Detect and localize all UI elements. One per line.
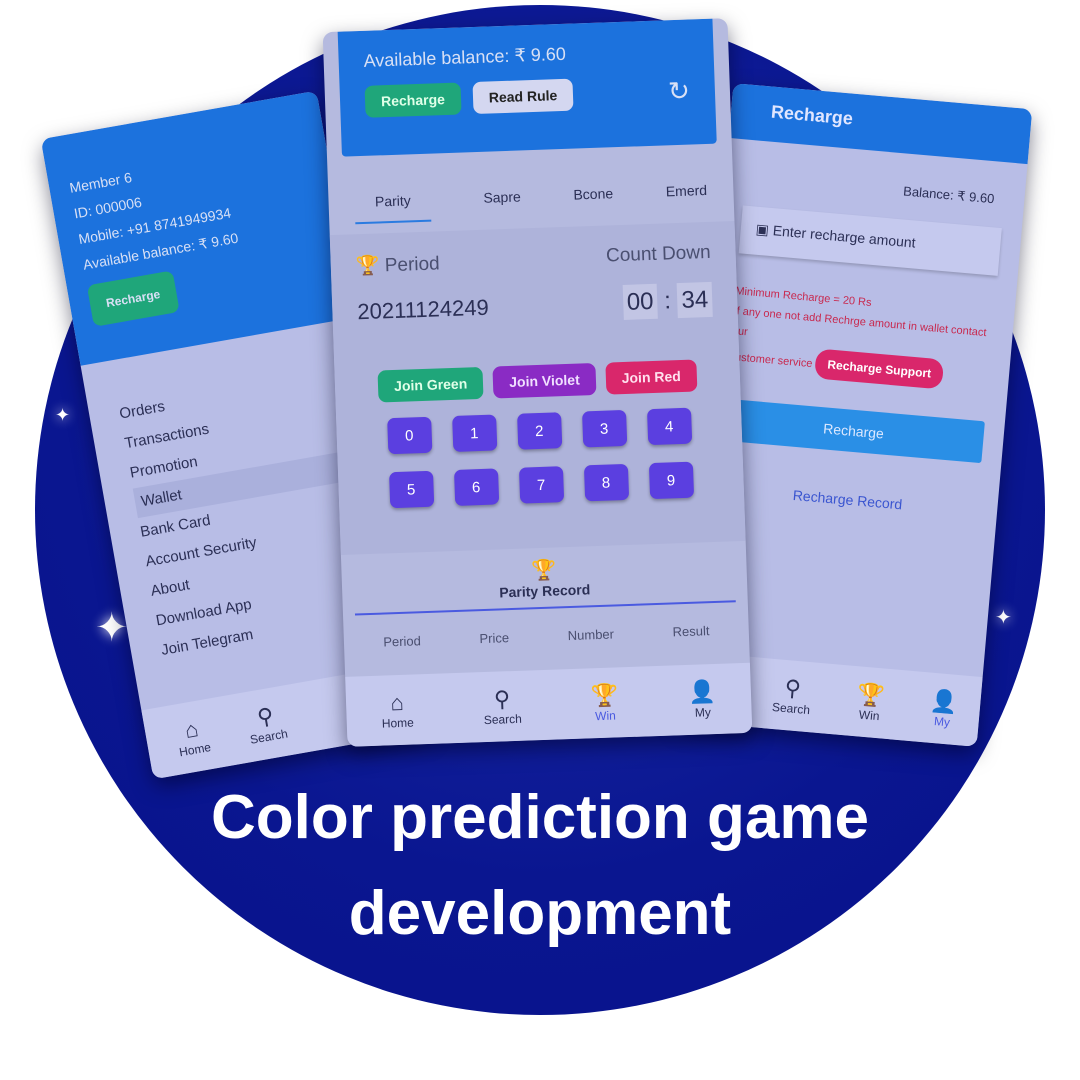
wallet-icon: ▣ [755,220,774,239]
number-button[interactable]: 7 [518,466,564,504]
countdown: 00 : 34 [622,281,713,320]
number-button[interactable]: 4 [646,407,692,446]
nav-search[interactable]: ⚲ Search [244,701,289,747]
number-button[interactable]: 6 [453,468,499,506]
column-header: Price [479,630,510,647]
column-header: Number [567,626,615,644]
number-button[interactable]: 9 [648,461,694,500]
balance: Available balance: ₹ 9.60 [363,43,567,71]
number-button[interactable]: 0 [386,416,432,455]
caption: Color prediction game development [0,770,1080,962]
join-green-button[interactable]: Join Green [377,366,484,403]
nav-my[interactable]: 👤 My [688,679,717,720]
search-icon: ⚲ [493,686,511,712]
recharge-button[interactable]: Recharge [86,270,180,327]
number-grid: 01234 56789 [361,407,719,509]
game-tabs: Parity Sapre Bcone Emerd [327,143,734,235]
user-icon: 👤 [929,687,959,715]
home-icon: ⌂ [390,689,405,716]
sparkle-icon: ✦ [995,607,1012,629]
number-button[interactable]: 1 [451,414,497,452]
column-header: Period [383,633,422,650]
join-violet-button[interactable]: Join Violet [492,362,597,399]
caption-line-1: Color prediction game [211,783,869,852]
tab-emerd[interactable]: Emerd [666,182,708,213]
parity-record-title: Parity Record [498,581,591,601]
read-rule-button[interactable]: Read Rule [472,78,574,115]
refresh-icon[interactable]: ↻ [668,75,691,107]
period-number: 20211124249 [356,294,490,325]
number-button[interactable]: 2 [516,412,562,450]
nav-home[interactable]: ⌂ Home [174,714,212,759]
tab-sapre[interactable]: Sapre [483,188,521,219]
join-red-button[interactable]: Join Red [605,359,698,395]
game-screen: Available balance: ₹ 9.60 Recharge Read … [322,18,753,747]
number-button[interactable]: 5 [388,470,434,509]
nav-search[interactable]: ⚲ Search [483,686,522,727]
sparkle-icon: ✦ [55,405,71,425]
tab-bcone[interactable]: Bcone [573,185,614,216]
nav-my[interactable]: 👤 My [928,687,959,730]
nav-search[interactable]: ⚲ Search [771,674,812,717]
trophy-icon: 🏆 [856,681,886,709]
nav-win[interactable]: 🏆 Win [591,682,620,723]
caption-line-2: development [348,879,732,948]
search-icon: ⚲ [783,674,802,702]
nav-home[interactable]: ⌂ Home [381,690,414,731]
trophy-icon: 🏆 [355,255,380,278]
column-header: Result [672,623,710,640]
user-icon: 👤 [688,678,717,705]
nav-win[interactable]: 🏆 Win [855,681,886,723]
trophy-icon: 🏆 [590,682,619,709]
number-button[interactable]: 8 [583,463,629,502]
number-button[interactable]: 3 [581,409,627,448]
recharge-button[interactable]: Recharge [364,82,462,118]
tab-parity[interactable]: Parity [354,191,432,225]
